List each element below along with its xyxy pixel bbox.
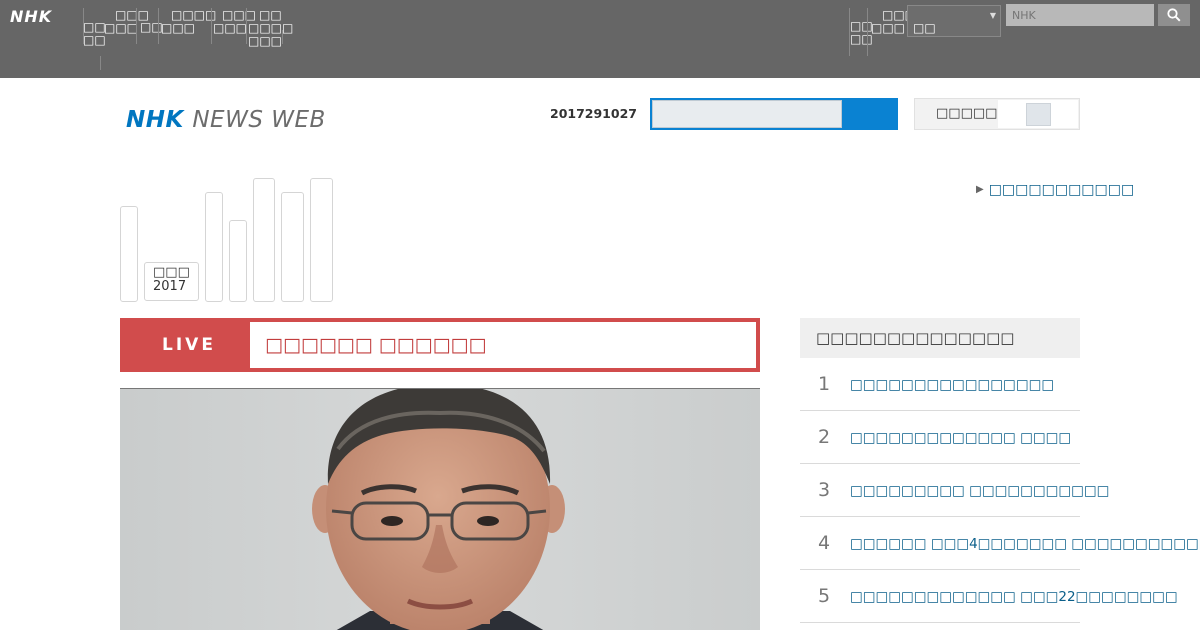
rank-headline[interactable]: □□□□□□□□□□□□□ □□□22□□□□□□□□: [850, 589, 1178, 605]
ranking-title: □□□□□□□□□□□□□□: [816, 329, 1015, 347]
site-search-input[interactable]: [652, 100, 842, 128]
ranking-item[interactable]: 2 □□□□□□□□□□□□□ □□□□: [800, 411, 1080, 464]
date-badge[interactable]: □□□ 2017: [144, 262, 199, 301]
rank-number: 1: [818, 373, 831, 395]
region-select-value: □□: [913, 21, 936, 35]
timeline-bar[interactable]: [310, 178, 333, 302]
font-size-control[interactable]: □□□□□: [914, 98, 1080, 130]
rank-number: 4: [818, 532, 831, 554]
rank-number: 3: [818, 479, 831, 501]
nav-separator: [867, 8, 868, 56]
site-search[interactable]: [650, 98, 898, 130]
ranking-item[interactable]: 1 □□□□□□□□□□□□□□□□: [800, 358, 1080, 411]
nhk-search-input[interactable]: [1006, 4, 1154, 26]
timeline-bar[interactable]: [229, 220, 247, 302]
nav-item-4-line: □□□: [161, 21, 196, 35]
nav-separator: [282, 30, 283, 44]
nav-separator: [100, 56, 101, 70]
triangle-right-icon: ▶: [976, 184, 984, 195]
date-badge-year: 2017: [153, 279, 187, 294]
live-title-box[interactable]: □□□□□□ □□□□□□: [250, 322, 756, 368]
current-date: 2017291027: [550, 106, 637, 121]
brand-news-web: NEWS WEB: [192, 107, 326, 133]
archive-link[interactable]: ▶ □□□□□□□□□□□: [976, 182, 1134, 198]
live-tag: LIVE: [162, 335, 216, 355]
live-title: □□□□□□ □□□□□□: [265, 334, 487, 356]
archive-link-text: □□□□□□□□□□□: [988, 182, 1135, 198]
nav-item-7[interactable]: □□ □□: [850, 20, 873, 46]
nav-separator: [246, 8, 247, 44]
nav-item-7-line: □□: [850, 32, 873, 46]
timeline-bar[interactable]: [205, 192, 223, 302]
timeline-bar[interactable]: [281, 192, 304, 302]
nav-item-4[interactable]: □□□□ □□□: [161, 9, 216, 35]
nhk-logo[interactable]: NHK: [10, 7, 52, 26]
timeline-bar[interactable]: [253, 178, 275, 302]
search-button[interactable]: [1158, 4, 1190, 26]
date-badge-label: □□□: [153, 265, 190, 280]
live-banner[interactable]: LIVE □□□□□□ □□□□□□: [120, 318, 760, 372]
ranking-item[interactable]: 4 □□□□□□ □□□4□□□□□□□ □□□□□□□□□□□□: [800, 517, 1200, 570]
top-story-photo[interactable]: [120, 388, 760, 630]
ranking-item[interactable]: 5 □□□□□□□□□□□□□ □□□22□□□□□□□□: [800, 570, 1178, 623]
font-size-toggle-knob[interactable]: [1026, 103, 1051, 126]
nhk-news-web-logo[interactable]: NHK NEWS WEB: [126, 107, 326, 133]
rank-number: 5: [818, 585, 831, 607]
rank-headline[interactable]: □□□□□□□□□ □□□□□□□□□□□: [850, 483, 1109, 499]
nav-item-6[interactable]: □□ □□□□ □□□: [248, 9, 293, 48]
ranking-item[interactable]: 3 □□□□□□□□□ □□□□□□□□□□□: [800, 464, 1109, 517]
nav-separator: [136, 8, 137, 44]
nav-item-3-line: □□: [140, 20, 163, 34]
font-size-label: □□□□□: [936, 106, 998, 121]
rank-headline[interactable]: □□□□□□□□□□□□□ □□□□: [850, 430, 1071, 446]
nav-item-6-line: □□□: [248, 34, 283, 48]
search-icon: [1167, 8, 1181, 22]
nav-separator: [211, 8, 212, 44]
rank-headline[interactable]: □□□□□□□□□□□□□□□□: [850, 377, 1054, 393]
region-select[interactable]: □□ ▼: [907, 5, 1001, 37]
brand-nhk: NHK: [126, 107, 184, 133]
nav-item-1-line: □□: [83, 33, 106, 47]
ranking-header: □□□□□□□□□□□□□□: [800, 318, 1080, 358]
news-photo-image: [120, 389, 760, 630]
nav-separator: [158, 8, 159, 44]
rank-headline[interactable]: □□□□□□ □□□4□□□□□□□ □□□□□□□□□□□□: [850, 536, 1200, 552]
global-nav-bar: NHK □□ □□ □□□ □□□ □□ □□□□ □□□ □□□ □□□ □□…: [0, 0, 1200, 78]
timeline-bar[interactable]: [120, 206, 138, 302]
chevron-down-icon: ▼: [989, 11, 996, 20]
nav-item-3[interactable]: □□: [140, 21, 163, 34]
nav-item-1[interactable]: □□ □□: [83, 21, 106, 47]
rank-number: 2: [818, 426, 831, 448]
